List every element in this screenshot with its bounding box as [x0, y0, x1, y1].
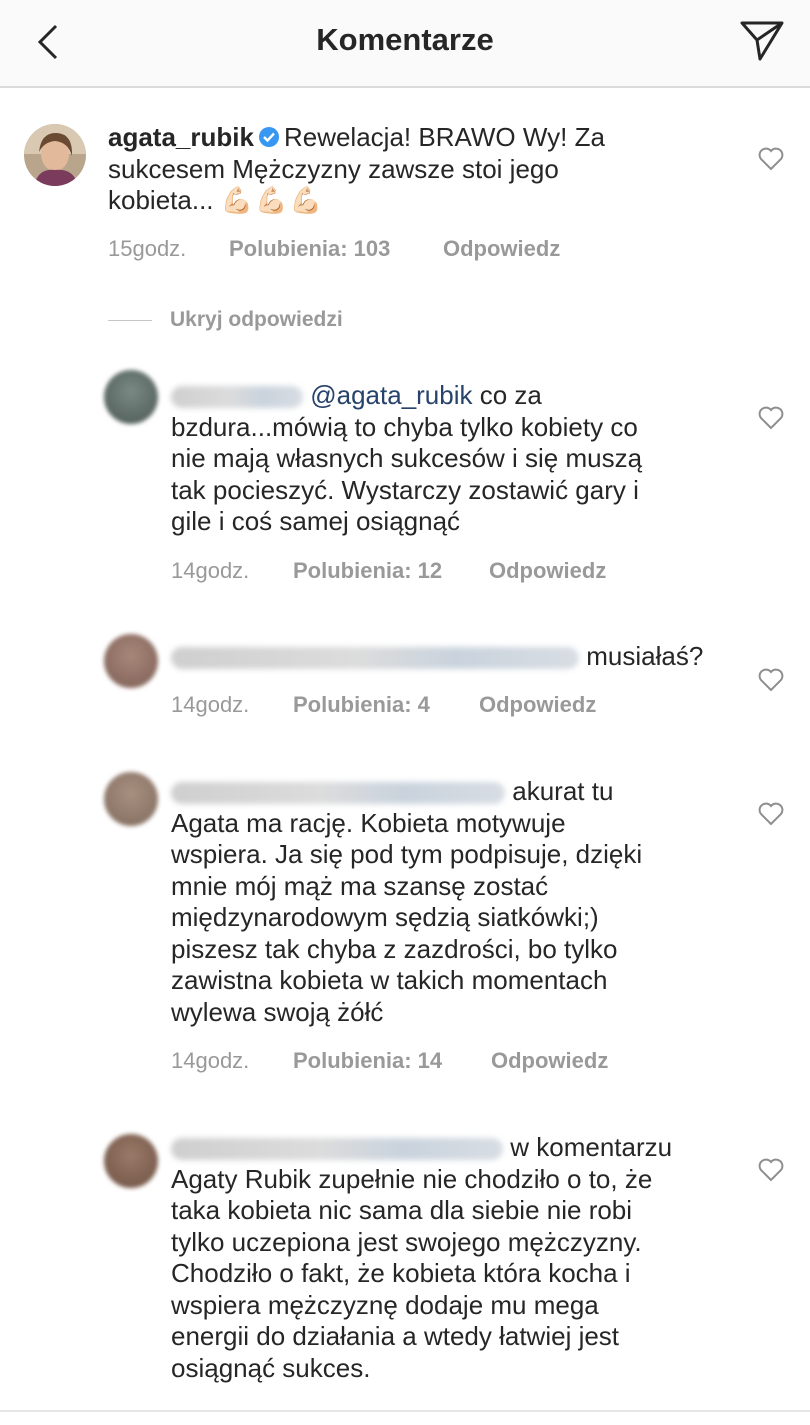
reply-line: zawistna kobieta w takich momentach [171, 965, 608, 995]
heart-icon[interactable] [758, 802, 784, 826]
comment-text-line: kobieta... [108, 185, 214, 215]
reply-line: mnie mój mąż ma szansę zostać [171, 870, 549, 901]
reply-line: bzdura...mówią to chyba tylko kobiety co [171, 411, 638, 442]
comment-text-line: sukcesem Mężczyzny zawsze stoi jego [108, 153, 559, 184]
likes-count[interactable]: Polubienia: 103 [229, 236, 443, 262]
heart-icon[interactable] [758, 406, 784, 430]
blurred-username[interactable] [171, 647, 579, 670]
reply-line: międzynarodowym sędzią siatkówki;) [171, 902, 599, 932]
reply-line: co za [479, 380, 542, 410]
avatar[interactable] [104, 370, 158, 424]
reply-time: 14godz. [171, 558, 250, 583]
reply-line: wspiera mężczyznę dodaje mu mega [171, 1289, 599, 1320]
reply-button[interactable]: Odpowiedz [443, 236, 560, 262]
heart-icon[interactable] [758, 147, 784, 171]
reply-line: piszesz tak chyba z zazdrości, bo tylko [171, 933, 618, 964]
reply-line: tak pocieszyć. Wystarczy zostawić gary i [171, 474, 639, 505]
flexed-biceps-emoji: 💪🏻💪🏻💪🏻 [220, 185, 324, 215]
reply-meta: 14godz. Polubienia: 4 Odpowiedz [171, 692, 596, 718]
comment-text-line: Rewelacja! BRAWO Wy! Za [283, 122, 605, 152]
avatar[interactable] [104, 634, 158, 688]
reply-line: osiągnąć sukces. [171, 1352, 371, 1383]
likes-count[interactable]: Polubienia: 4 [293, 692, 479, 718]
reply-text: @agata_rubik co za bzdura...mówią to chy… [171, 380, 731, 538]
reply-line: energii do działania a wtedy łatwiej jes… [171, 1321, 620, 1351]
avatar-agata-rubik[interactable] [24, 124, 86, 186]
reply-line: Agaty Rubik zupełnie nie chodziło o to, … [171, 1163, 653, 1194]
reply-text: akurat tu Agata ma rację. Kobieta motywu… [171, 776, 731, 1028]
likes-count[interactable]: Polubienia: 14 [293, 1048, 491, 1074]
bottom-divider [0, 1410, 810, 1412]
paper-plane-icon[interactable] [738, 18, 786, 64]
reply-line: wspiera. Ja się pod tym podpisuje, dzięk… [171, 839, 643, 869]
reply-meta: 14godz. Polubienia: 14 Odpowiedz [171, 1048, 608, 1074]
heart-icon[interactable] [758, 1158, 784, 1182]
comment-time: 15godz. [108, 236, 187, 261]
divider-line [108, 319, 152, 321]
reply-line: akurat tu [512, 776, 614, 806]
reply-meta: 14godz. Polubienia: 12 Odpowiedz [171, 558, 606, 584]
reply-button[interactable]: Odpowiedz [489, 558, 606, 584]
reply-line: w komentarzu [510, 1132, 673, 1162]
avatar[interactable] [104, 772, 158, 826]
reply-time: 14godz. [171, 1048, 250, 1073]
reply-button[interactable]: Odpowiedz [479, 692, 596, 718]
reply-time: 14godz. [171, 692, 250, 717]
blurred-username[interactable] [171, 386, 303, 409]
reply-text: w komentarzu Agaty Rubik zupełnie nie ch… [171, 1132, 731, 1384]
reply-line: gile i coś samej osiągnąć [171, 506, 461, 536]
reply-line: musiałaś? [586, 641, 704, 671]
reply-text: musiałaś? [171, 641, 731, 673]
blurred-username[interactable] [171, 1138, 503, 1161]
reply-line: Chodziło o fakt, że kobieta która kocha … [171, 1258, 631, 1288]
reply-line: tylko uczepiona jest swojego mężczyzny. [171, 1226, 642, 1257]
verified-badge-icon [258, 127, 279, 147]
mention-link[interactable]: @agata_rubik [310, 380, 472, 410]
reply-line: taka kobieta nic sama dla siebie nie rob… [171, 1195, 633, 1225]
comment-meta: 15godz. Polubienia: 103 Odpowiedz [108, 236, 560, 262]
reply-line: wylewa swoją żółć [171, 996, 384, 1027]
avatar[interactable] [104, 1134, 158, 1188]
hide-replies-toggle[interactable]: Ukryj odpowiedzi [108, 308, 343, 332]
reply-button[interactable]: Odpowiedz [491, 1048, 608, 1074]
likes-count[interactable]: Polubienia: 12 [293, 558, 489, 584]
hide-replies-label: Ukryj odpowiedzi [170, 308, 343, 331]
reply-line: Agata ma rację. Kobieta motywuje [171, 807, 566, 838]
page-title: Komentarze [316, 22, 494, 57]
comment-username[interactable]: agata_rubik [108, 122, 254, 152]
blurred-username[interactable] [171, 782, 505, 805]
heart-icon[interactable] [758, 668, 784, 692]
main-comment-text: agata_rubik Rewelacja! BRAWO Wy! Za sukce… [108, 122, 748, 217]
header-bar: Komentarze [0, 0, 810, 88]
reply-line: nie mają własnych sukcesów i się muszą [171, 443, 643, 473]
